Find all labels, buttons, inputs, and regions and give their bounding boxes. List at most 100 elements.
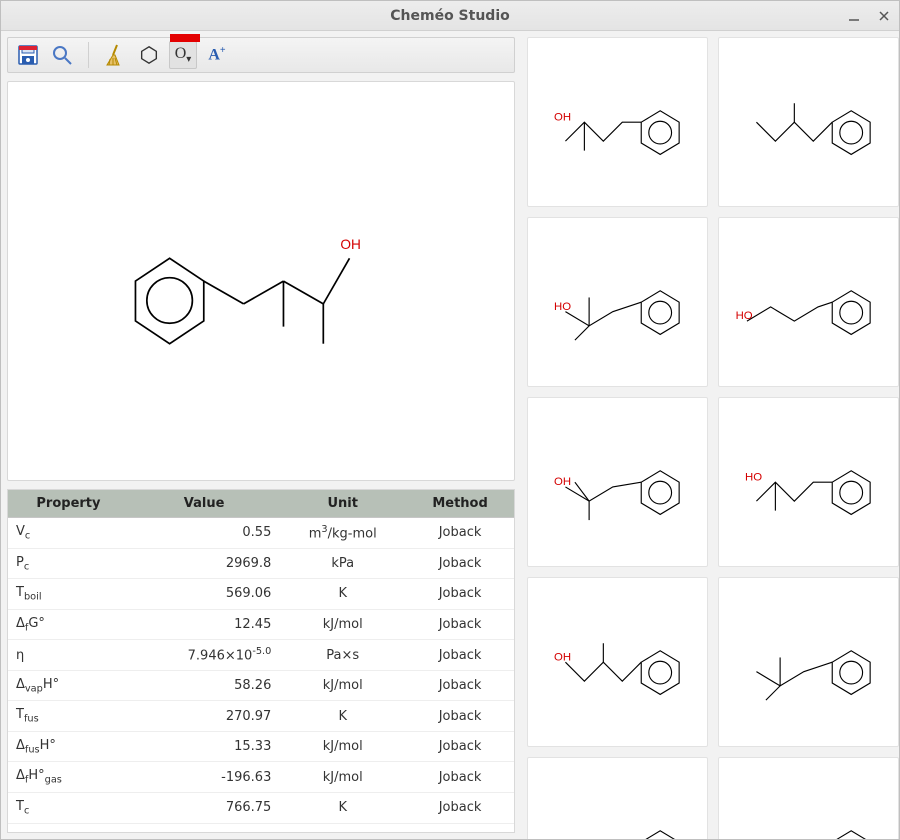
result-structure-drawing [728, 775, 889, 839]
minimize-button[interactable] [845, 7, 863, 25]
structure-canvas[interactable]: OH [7, 81, 515, 481]
value-cell: 15.33 [129, 731, 279, 762]
table-row[interactable]: Vc0.55m3/kg-molJoback [8, 518, 514, 549]
svg-text:OH: OH [554, 111, 571, 123]
property-cell: Vc [8, 518, 129, 549]
gallery-scroll[interactable]: OH HO HO OH HO OH [521, 31, 899, 839]
results-gallery: OH HO HO OH HO OH [527, 37, 899, 839]
main-structure-drawing: OH [33, 102, 488, 460]
table-row[interactable]: ΔvapH°58.26kJ/molJoback [8, 670, 514, 701]
result-card[interactable]: OH [527, 577, 708, 747]
value-cell: 2969.8 [129, 548, 279, 579]
result-card[interactable] [527, 757, 708, 839]
result-card[interactable] [718, 757, 899, 839]
result-card[interactable]: HO [527, 217, 708, 387]
col-value[interactable]: Value [129, 490, 279, 518]
result-card[interactable]: OH [527, 37, 708, 207]
table-row[interactable]: Tfus270.97KJoback [8, 701, 514, 732]
result-card[interactable]: HO [718, 397, 899, 567]
oxo-label: O▾ [175, 45, 192, 65]
result-card[interactable] [718, 577, 899, 747]
window-title: Cheméo Studio [1, 8, 899, 24]
result-structure-drawing: OH [537, 55, 698, 189]
result-structure-drawing [728, 55, 889, 189]
col-unit[interactable]: Unit [279, 490, 406, 518]
result-structure-drawing: OH [537, 415, 698, 549]
benzene-button[interactable] [135, 41, 163, 69]
col-property[interactable]: Property [8, 490, 129, 518]
method-cell: Joback [406, 518, 514, 549]
close-button[interactable] [875, 7, 893, 25]
method-cell: Joback [406, 793, 514, 824]
unit-cell: K [279, 701, 406, 732]
value-cell: 270.97 [129, 701, 279, 732]
table-row[interactable]: ΔfH°gas-196.63kJ/molJoback [8, 762, 514, 793]
search-button[interactable] [48, 41, 76, 69]
value-cell: 12.45 [129, 609, 279, 640]
unit-cell: kJ/mol [279, 762, 406, 793]
value-cell: 766.75 [129, 793, 279, 824]
app-window: Cheméo Studio [0, 0, 900, 840]
col-method[interactable]: Method [406, 490, 514, 518]
oxo-button[interactable]: O▾ [169, 41, 197, 69]
value-cell: 58.26 [129, 670, 279, 701]
floppy-icon [16, 43, 40, 67]
method-cell: Joback [406, 670, 514, 701]
value-cell: 0.55 [129, 518, 279, 549]
table-row[interactable]: Pc2969.8kPaJoback [8, 548, 514, 579]
unit-cell: m3/kg-mol [279, 518, 406, 549]
property-cell: Tc [8, 793, 129, 824]
table-row[interactable]: ΔfG°12.45kJ/molJoback [8, 609, 514, 640]
save-button[interactable] [14, 41, 42, 69]
unit-cell: kJ/mol [279, 731, 406, 762]
method-cell: Joback [406, 609, 514, 640]
property-cell: Tfus [8, 701, 129, 732]
method-cell: Joback [406, 548, 514, 579]
svg-text:HO: HO [736, 310, 753, 322]
value-cell: 569.06 [129, 579, 279, 610]
method-cell: Joback [406, 640, 514, 670]
left-panel: O▾ A+ [1, 31, 521, 839]
unit-cell: kJ/mol [279, 609, 406, 640]
table-row[interactable]: η7.946×10-5.0Pa×sJoback [8, 640, 514, 670]
unit-cell: kJ/mol [279, 670, 406, 701]
broom-icon [103, 43, 127, 67]
method-cell: Joback [406, 579, 514, 610]
result-structure-drawing: HO [728, 235, 889, 369]
result-structure-drawing: HO [728, 415, 889, 549]
titlebar: Cheméo Studio [1, 1, 899, 31]
property-cell: Pc [8, 548, 129, 579]
text-atom-button[interactable]: A+ [203, 41, 231, 69]
unit-cell: kPa [279, 548, 406, 579]
property-cell: η [8, 640, 129, 670]
clear-button[interactable] [101, 41, 129, 69]
hexagon-icon [138, 44, 160, 66]
a-plus-icon: A+ [208, 45, 225, 64]
result-card[interactable]: HO [718, 217, 899, 387]
unit-cell: K [279, 793, 406, 824]
unit-cell: Pa×s [279, 640, 406, 670]
table-row[interactable]: Tc766.75KJoback [8, 793, 514, 824]
result-card[interactable] [718, 37, 899, 207]
table-row[interactable]: ΔfusH°15.33kJ/molJoback [8, 731, 514, 762]
oxo-color-swatch [170, 34, 200, 42]
value-cell: -196.63 [129, 762, 279, 793]
result-structure-drawing: OH [537, 595, 698, 729]
window-controls [845, 7, 893, 25]
property-cell: Tboil [8, 579, 129, 610]
svg-text:OH: OH [341, 237, 361, 252]
property-cell: ΔvapH° [8, 670, 129, 701]
magnifier-icon [50, 43, 74, 67]
svg-text:HO: HO [554, 301, 571, 313]
toolbar: O▾ A+ [7, 37, 515, 73]
result-card[interactable]: OH [527, 397, 708, 567]
property-cell: ΔfG° [8, 609, 129, 640]
svg-text:OH: OH [554, 651, 571, 663]
result-structure-drawing [728, 595, 889, 729]
value-cell: 7.946×10-5.0 [129, 640, 279, 670]
property-cell: ΔfH°gas [8, 762, 129, 793]
table-row[interactable]: Tboil569.06KJoback [8, 579, 514, 610]
unit-cell: K [279, 579, 406, 610]
svg-text:OH: OH [554, 476, 571, 488]
right-panel: OH HO HO OH HO OH [521, 31, 899, 839]
